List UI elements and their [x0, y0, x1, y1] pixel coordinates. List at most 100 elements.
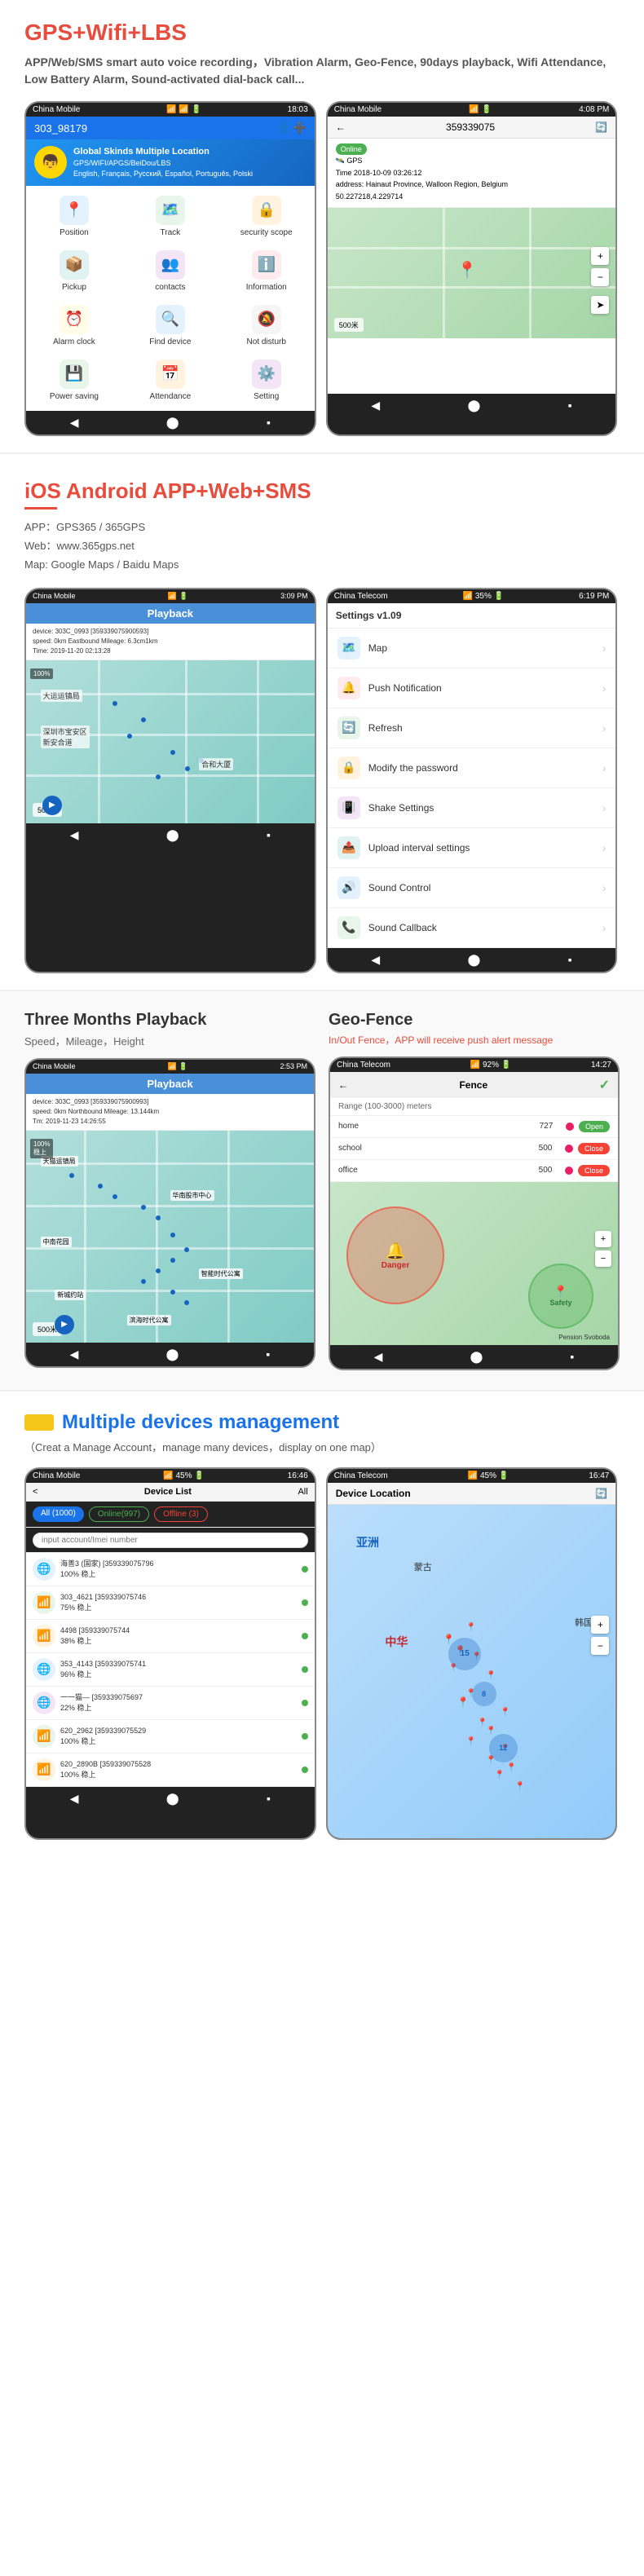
device-avatar: 🌐 [33, 1558, 55, 1581]
app-number: 303_98179 [34, 122, 87, 135]
list-item[interactable]: 🌐 海善3 (国家) [359339075796 100% 稳上 [26, 1553, 315, 1586]
fence-dot-school [565, 1145, 573, 1153]
grid-item-pickup[interactable]: 📦 Pickup [26, 244, 122, 298]
settings-item-refresh[interactable]: 🔄 Refresh › [328, 708, 616, 748]
device-info: 620_2962 [359339075529 100% 稳上 [60, 1726, 297, 1746]
menu-nav-r[interactable]: ▪ [568, 399, 572, 412]
list-item[interactable]: 📶 303_4621 [359339075746 75% 稳上 [26, 1586, 315, 1620]
app-header: 303_98179 👤 ➕ [26, 117, 315, 139]
section3-cols: Three Months Playback Speed，Mileage，Heig… [24, 1011, 620, 1370]
section3-right: Geo-Fence In/Out Fence，APP will receive … [329, 1011, 620, 1370]
back-nav-dl[interactable]: ◀ [70, 1792, 79, 1806]
fence-item-school[interactable]: school 500 Close [330, 1138, 618, 1160]
settings-item-sound[interactable]: 🔊 Sound Control › [328, 868, 616, 908]
pickup-icon: 📦 [60, 250, 89, 280]
map-info-box: Online 🛰️ GPS Time 2018-10-09 03:26:12 a… [328, 139, 616, 208]
phones-row-4: China Mobile 📶 45% 🔋 16:46 < Device List… [24, 1467, 620, 1840]
tab-all[interactable]: All (1000) [33, 1506, 84, 1522]
list-item[interactable]: 🌐 一一猫— [359339075697 22% 稳上 [26, 1687, 315, 1720]
home-nav-r[interactable]: ⬤ [468, 399, 481, 412]
settings-item-upload[interactable]: 📤 Upload interval settings › [328, 828, 616, 868]
fence-close-btn-office[interactable]: Close [578, 1165, 610, 1176]
fence-item-home[interactable]: home 727 Open [330, 1116, 618, 1138]
list-item[interactable]: 📶 4498 [359339075744 38% 稳上 [26, 1620, 315, 1653]
playback3-status: China Mobile 📶 🔋 2:53 PM [26, 1060, 314, 1074]
nav-bar-settings: ◀ ⬤ ▪ [328, 948, 616, 972]
status-bar-left-1: China Mobile 📶 📶 🔋 18:03 [26, 103, 315, 117]
grid-item-position[interactable]: 📍 Position [26, 189, 122, 244]
device-info: 4498 [359339075744 38% 稳上 [60, 1625, 297, 1646]
back-nav-f[interactable]: ◀ [374, 1350, 383, 1364]
grid-item-setting[interactable]: ⚙️ Setting [218, 353, 315, 408]
playback-info: device: 303C_0993 [359339075900593] spee… [26, 624, 315, 660]
chevron-icon-callback: › [602, 921, 607, 934]
device-avatar: 🌐 [33, 1658, 55, 1681]
chevron-icon-sound: › [602, 881, 607, 894]
list-item[interactable]: 📶 620_2962 [359339075529 100% 稳上 [26, 1720, 315, 1753]
playback-title: Three Months Playback [24, 1011, 315, 1030]
section4-subtitle: （Creat a Manage Account，manage many devi… [24, 1439, 620, 1454]
fence-range-label: Range (100-3000) meters [330, 1098, 618, 1116]
menu-nav[interactable]: ▪ [267, 416, 271, 430]
home-nav-dl[interactable]: ⬤ [166, 1792, 179, 1806]
tab-offline[interactable]: Offline (3) [154, 1506, 208, 1522]
grid-item-alarm[interactable]: ⏰ Alarm clock [26, 298, 122, 353]
phone-settings: China Telecom 📶 35% 🔋 6:19 PM Settings v… [326, 588, 618, 973]
map-view-right-1: 📍 500米 + − ➤ [328, 208, 616, 338]
grid-item-information[interactable]: ℹ️ Information [218, 244, 315, 298]
geofence-subtitle: In/Out Fence，APP will receive push alert… [329, 1033, 620, 1047]
menu-nav-f[interactable]: ▪ [570, 1350, 574, 1364]
device-search-input[interactable] [33, 1533, 308, 1548]
settings-item-callback[interactable]: 📞 Sound Callback › [328, 908, 616, 948]
settings-item-push[interactable]: 🔔 Push Notification › [328, 668, 616, 708]
device-avatar: 📶 [33, 1625, 55, 1647]
safety-zone: 📍 Safety [528, 1264, 593, 1329]
grid-item-find[interactable]: 🔍 Find device [122, 298, 218, 353]
playback-header: Playback [26, 603, 315, 624]
callback-settings-icon: 📞 [337, 916, 360, 939]
settings-item-map[interactable]: 🗺️ Map › [328, 629, 616, 668]
nav-bar-left-1: ◀ ⬤ ▪ [26, 411, 315, 434]
back-nav-p[interactable]: ◀ [70, 828, 79, 842]
fence-open-btn[interactable]: Open [579, 1121, 610, 1132]
back-nav-s[interactable]: ◀ [371, 953, 380, 967]
back-nav-r[interactable]: ◀ [371, 399, 380, 412]
settings-item-shake[interactable]: 📳 Shake Settings › [328, 788, 616, 828]
settings-item-password[interactable]: 🔒 Modify the password › [328, 748, 616, 788]
home-nav-f[interactable]: ⬤ [470, 1350, 483, 1364]
device-info: 一一猫— [359339075697 22% 稳上 [60, 1692, 297, 1713]
list-item[interactable]: 🌐 353_4143 [359339075741 96% 稳上 [26, 1653, 315, 1687]
grid-item-power[interactable]: 💾 Power saving [26, 353, 122, 408]
find-icon: 🔍 [156, 305, 185, 334]
device-location-header: Device Location 🔄 [328, 1483, 616, 1505]
phone-screen-left-1: 303_98179 👤 ➕ 👦 Global Skinds Multiple L… [26, 117, 315, 411]
grid-item-disturb[interactable]: 🔕 Not disturb [218, 298, 315, 353]
fence-close-btn-school[interactable]: Close [578, 1143, 610, 1154]
menu-nav-p3[interactable]: ▪ [266, 1348, 270, 1361]
back-nav[interactable]: ◀ [70, 416, 79, 430]
menu-nav-p[interactable]: ▪ [267, 828, 271, 842]
map-settings-icon: 🗺️ [337, 637, 360, 659]
device-info: 海善3 (国家) [359339075796 100% 稳上 [60, 1559, 297, 1579]
chevron-icon-shake: › [602, 801, 607, 814]
menu-nav-dl[interactable]: ▪ [267, 1792, 271, 1806]
menu-nav-s[interactable]: ▪ [568, 953, 572, 967]
phone-playback-3: China Mobile 📶 🔋 2:53 PM Playback device… [24, 1058, 315, 1368]
grid-item-security[interactable]: 🔒 security scope [218, 189, 315, 244]
fence-dot-office [565, 1167, 573, 1175]
nav-bar-playback: ◀ ⬤ ▪ [26, 823, 315, 847]
home-nav-s[interactable]: ⬤ [468, 953, 481, 967]
grid-item-contacts[interactable]: 👥 contacts [122, 244, 218, 298]
home-nav-p3[interactable]: ⬤ [166, 1348, 179, 1361]
section1-description: APP/Web/SMS smart auto voice recording，V… [24, 54, 620, 88]
app-banner: 👦 Global Skinds Multiple Location GPS/WI… [26, 139, 315, 186]
home-nav[interactable]: ⬤ [166, 416, 179, 430]
home-nav-p[interactable]: ⬤ [166, 828, 179, 842]
grid-item-track[interactable]: 🗺️ Track [122, 189, 218, 244]
tab-online[interactable]: Online(997) [89, 1506, 149, 1522]
grid-item-attendance[interactable]: 📅 Attendance [122, 353, 218, 408]
back-nav-p3[interactable]: ◀ [70, 1348, 79, 1361]
fence-item-office[interactable]: office 500 Close [330, 1160, 618, 1182]
nav-bar-device-list: ◀ ⬤ ▪ [26, 1787, 315, 1811]
list-item[interactable]: 📶 620_2890B [359339075528 100% 稳上 [26, 1753, 315, 1787]
